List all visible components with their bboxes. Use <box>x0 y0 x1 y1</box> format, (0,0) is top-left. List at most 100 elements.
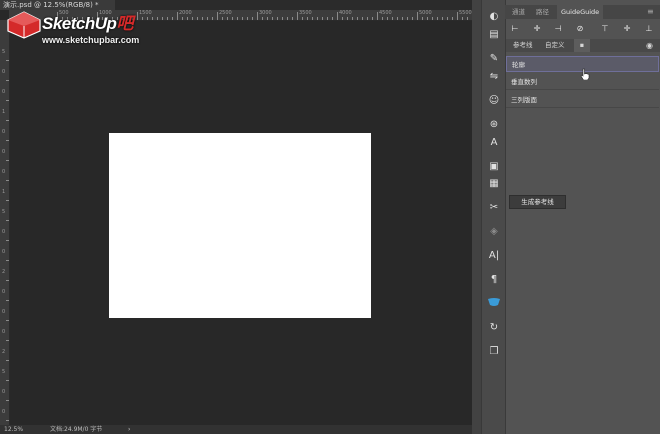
ruler-minor-tick <box>172 17 173 20</box>
history-icon[interactable]: ↻ <box>486 321 502 335</box>
ruler-minor-tick <box>347 17 348 20</box>
ruler-minor-tick <box>6 360 9 361</box>
tab-guides[interactable]: 参考线 <box>510 39 536 52</box>
tab-channels[interactable]: 通道 <box>508 5 529 19</box>
clear-guides-icon[interactable]: ⊘ <box>575 24 585 34</box>
ruler-label: 5 <box>2 49 6 55</box>
guide-center-vertical-icon[interactable]: ✛ <box>532 24 542 34</box>
ruler-minor-tick <box>317 17 318 20</box>
ruler-label: 5000 <box>419 10 432 16</box>
guideguide-toolbar: ⊢ ✛ ⊣ ⊘ ⊤ ✛ ⊥ <box>506 22 660 38</box>
zoom-level[interactable]: 12.5% <box>4 425 23 434</box>
ruler-minor-tick <box>292 17 293 20</box>
guide-bottom-icon[interactable]: ⊥ <box>644 24 654 34</box>
ruler-minor-tick <box>397 17 398 20</box>
ruler-label: 1 <box>2 109 6 115</box>
status-menu-arrow-icon[interactable]: › <box>128 425 130 434</box>
ruler-minor-tick <box>182 17 183 20</box>
ruler-label: 2000 <box>179 10 192 16</box>
sketchup-watermark: SketchUp吧 www.sketchupbar.com <box>4 6 169 50</box>
notes-icon[interactable]: ▣ <box>486 160 502 174</box>
ruler-minor-tick <box>322 17 323 20</box>
ruler-minor-tick <box>387 17 388 20</box>
guide-right-icon[interactable]: ⊣ <box>553 24 563 34</box>
color-wheel-icon[interactable]: ◐ <box>486 10 502 24</box>
ruler-minor-tick <box>6 320 9 321</box>
ruler-minor-tick <box>282 17 283 20</box>
ruler-minor-tick <box>6 420 9 421</box>
ruler-label: 0 <box>2 69 6 75</box>
watermark-brand-name: SketchUp <box>42 14 117 33</box>
ruler-minor-tick <box>6 220 9 221</box>
ruler-minor-tick <box>202 17 203 20</box>
ruler-minor-tick <box>6 300 9 301</box>
tab-paths[interactable]: 路径 <box>532 5 553 19</box>
brush-icon[interactable]: ✎ <box>486 52 502 66</box>
ruler-minor-tick <box>352 17 353 20</box>
sketchup-logo-icon <box>7 11 41 39</box>
ruler-label: 0 <box>2 389 6 395</box>
saved-grids-icon[interactable]: ▪ <box>574 39 590 52</box>
ruler-label: 0 <box>2 409 6 415</box>
ruler-label: 4500 <box>379 10 392 16</box>
ruler-minor-tick <box>6 260 9 261</box>
paragraph-icon[interactable]: ¶ <box>486 273 502 287</box>
character-style-icon[interactable]: A <box>486 136 502 150</box>
guide-top-icon[interactable]: ⊤ <box>600 24 610 34</box>
ruler-minor-tick <box>367 17 368 20</box>
panel-divider[interactable] <box>472 0 481 434</box>
properties-icon[interactable]: ▤ <box>486 28 502 42</box>
libraries-icon[interactable] <box>486 297 502 311</box>
ruler-minor-tick <box>437 17 438 20</box>
generate-guides-button[interactable]: 生成参考线 <box>509 195 566 209</box>
ruler-minor-tick <box>452 17 453 20</box>
people-icon[interactable]: ☺ <box>486 94 502 108</box>
ruler-minor-tick <box>442 17 443 20</box>
ruler-label: 5 <box>2 209 6 215</box>
ruler-minor-tick <box>382 17 383 20</box>
layer-comps-icon[interactable]: ▦ <box>486 177 502 191</box>
ruler-label: 0 <box>2 309 6 315</box>
watermark-url: www.sketchupbar.com <box>42 35 140 45</box>
ruler-tick <box>337 12 338 20</box>
vertical-ruler[interactable]: 5 0 0 1 0 0 0 1 5 0 0 2 0 0 0 2 5 0 0 <box>0 20 10 425</box>
ruler-minor-tick <box>6 180 9 181</box>
ruler-minor-tick <box>6 140 9 141</box>
ruler-label: 0 <box>2 229 6 235</box>
ruler-label: 0 <box>2 89 6 95</box>
character-icon[interactable]: A| <box>486 249 502 263</box>
tab-custom[interactable]: 自定义 <box>542 39 568 52</box>
ruler-minor-tick <box>6 400 9 401</box>
guide-center-horizontal-icon[interactable]: ✛ <box>622 24 632 34</box>
visibility-eye-icon[interactable]: ◉ <box>643 39 656 52</box>
ruler-minor-tick <box>427 17 428 20</box>
ruler-tick <box>217 12 218 20</box>
clone-source-icon[interactable]: ⊛ <box>486 118 502 132</box>
ruler-minor-tick <box>6 60 9 61</box>
document-canvas[interactable] <box>109 133 371 318</box>
ruler-minor-tick <box>6 160 9 161</box>
panel-menu-icon[interactable]: ≡ <box>643 5 658 19</box>
ruler-minor-tick <box>267 17 268 20</box>
adjustments-icon[interactable]: ⇋ <box>486 70 502 84</box>
tool-presets-icon[interactable]: ✂ <box>486 201 502 215</box>
tab-guideguide[interactable]: GuideGuide <box>557 5 604 19</box>
document-size: 文档:24.9M/0 字节 <box>50 426 103 433</box>
ruler-minor-tick <box>332 17 333 20</box>
ruler-label: 2 <box>2 269 6 275</box>
ruler-minor-tick <box>6 280 9 281</box>
panel-tab-bar: 通道 路径 GuideGuide ≡ <box>505 5 660 19</box>
ruler-minor-tick <box>227 17 228 20</box>
layers-icon[interactable]: ❐ <box>486 345 502 359</box>
ruler-tick <box>377 12 378 20</box>
3d-icon[interactable]: ◈ <box>486 225 502 239</box>
saved-grid-item[interactable]: 三列版面 <box>506 92 659 108</box>
ruler-minor-tick <box>467 17 468 20</box>
ruler-label: 5 <box>2 369 6 375</box>
ruler-tick <box>417 12 418 20</box>
watermark-brand: SketchUp吧 <box>42 9 133 34</box>
ruler-minor-tick <box>6 240 9 241</box>
ruler-minor-tick <box>247 17 248 20</box>
watermark-brand-suffix: 吧 <box>116 14 133 33</box>
guide-left-icon[interactable]: ⊢ <box>510 24 520 34</box>
